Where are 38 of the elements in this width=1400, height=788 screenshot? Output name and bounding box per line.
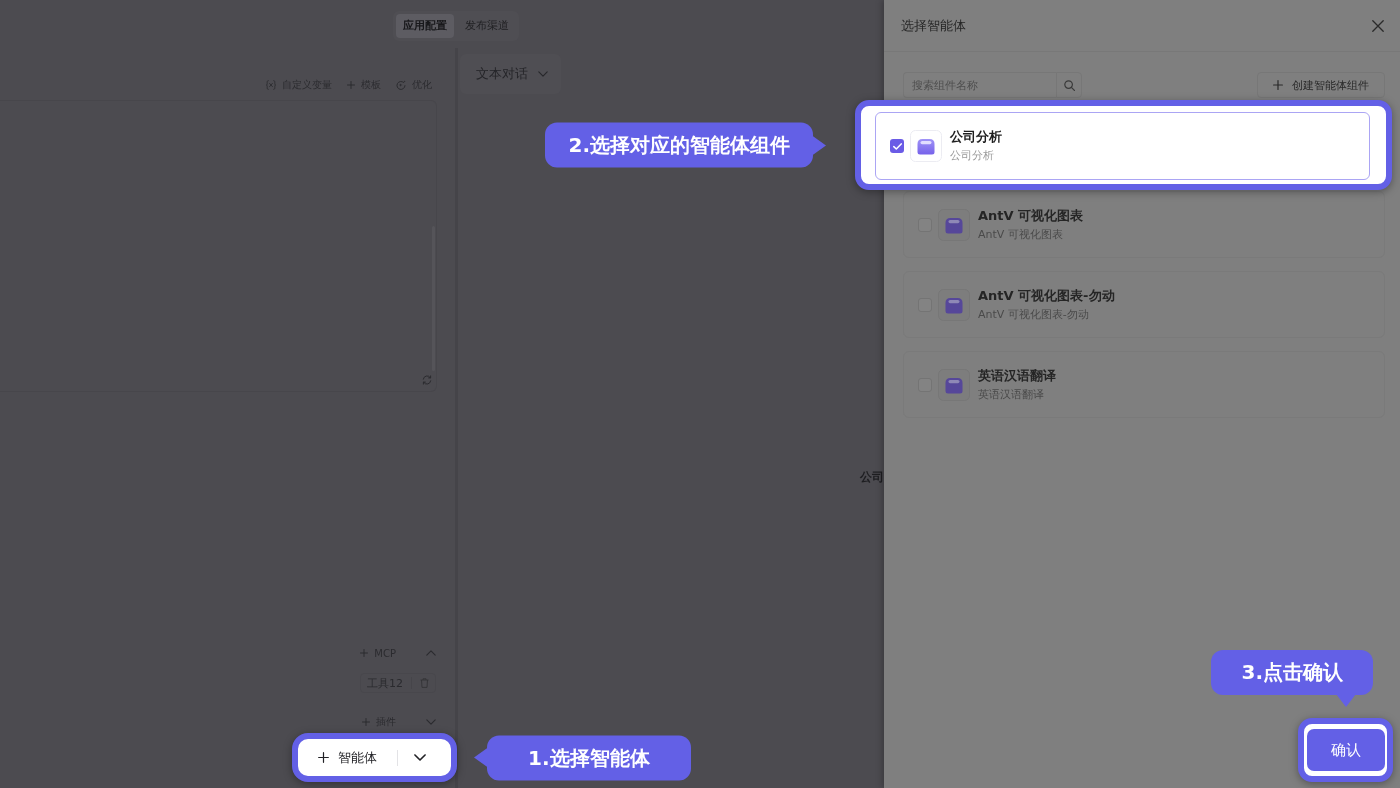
- check-icon: [892, 142, 902, 150]
- trash-icon[interactable]: [420, 678, 429, 688]
- box-icon: [938, 208, 970, 241]
- close-icon[interactable]: [1372, 19, 1384, 32]
- agent-name: 公司分析: [950, 129, 1002, 145]
- confirm-button[interactable]: 确认: [1306, 729, 1385, 771]
- agent-description: 公司分析: [950, 149, 995, 163]
- chevron-up-icon[interactable]: [426, 650, 436, 656]
- agent-name: AntV 可视化图表: [978, 207, 1084, 224]
- add-agent-button[interactable]: 智能体: [318, 748, 377, 767]
- drawer-title: 选择智能体: [901, 16, 966, 35]
- pointer-arrow-icon: [1336, 694, 1356, 707]
- search-icon: [1063, 79, 1075, 91]
- plus-icon: [1273, 80, 1283, 90]
- refresh-icon: [422, 375, 432, 385]
- box-icon: [938, 368, 970, 401]
- plus-icon: [362, 718, 370, 726]
- agent-name: AntV 可视化图表-勿动: [978, 287, 1115, 304]
- box-icon: [938, 288, 970, 321]
- tab[interactable]: 应用配置: [396, 14, 454, 38]
- box-icon: [910, 130, 942, 162]
- agent-name: 英语汉语翻译: [978, 367, 1056, 384]
- braces-icon: [266, 80, 276, 90]
- chevron-down-icon[interactable]: [414, 754, 426, 761]
- create-agent-button[interactable]: 创建智能体组件: [1257, 72, 1385, 98]
- plus-icon: [318, 752, 329, 763]
- guide-tooltip: 2.选择对应的智能体组件: [545, 122, 813, 168]
- guide-tooltip: 3.点击确认: [1211, 650, 1373, 695]
- plus-icon: [360, 649, 369, 657]
- plus-icon: [347, 81, 355, 89]
- guide-tooltip: 1.选择智能体: [487, 735, 691, 780]
- pointer-arrow-icon: [812, 135, 826, 155]
- chevron-down-icon: [538, 71, 548, 77]
- agent-card[interactable]: 公司分析 公司分析: [875, 112, 1370, 180]
- checkbox[interactable]: [890, 139, 904, 153]
- sparkle-icon: [396, 80, 406, 90]
- prompt-editor[interactable]: [0, 100, 437, 392]
- search-button[interactable]: [1056, 72, 1082, 98]
